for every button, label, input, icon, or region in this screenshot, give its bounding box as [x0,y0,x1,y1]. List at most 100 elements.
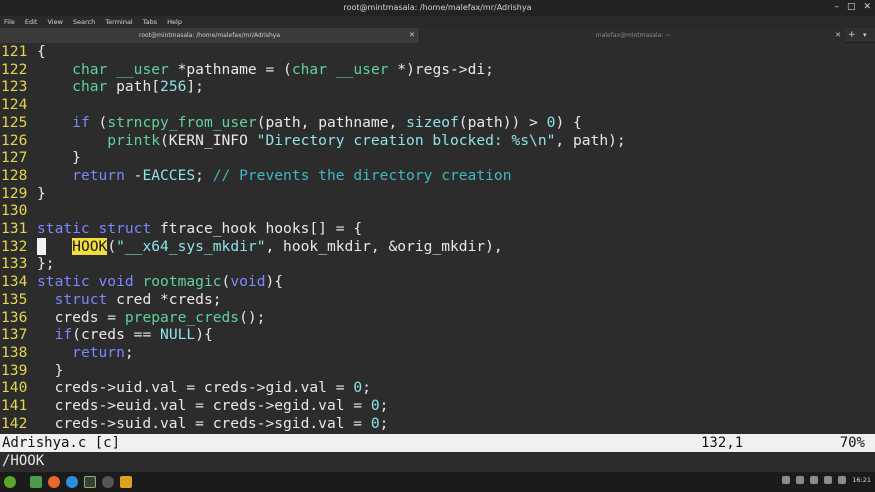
line-number: 135 [1,290,28,308]
code-line: 137 if(creds == NULL){ [0,326,213,344]
code-text: return; [72,343,134,361]
menu-bar: File Edit View Search Terminal Tabs Help [0,16,875,28]
code-line: 134 static void rootmagic(void){ [0,273,283,291]
clock[interactable]: 16:21 [852,476,871,484]
code-line: 133}; [0,255,55,273]
text-editor-icon[interactable] [120,476,132,488]
vim-status-line: Adrishya.c [c] 132,1 70% [0,434,875,452]
code-text: printk(KERN_INFO "Directory creation blo… [107,131,626,149]
line-number: 125 [1,113,28,131]
code-line: 124 [0,96,37,114]
code-line: 128 return -EACCES; // Prevents the dire… [0,167,511,185]
code-line-current: 132 HOOK("__x64_sys_mkdir", hook_mkdir, … [0,237,503,256]
line-number: 138 [1,343,28,361]
search-command: /HOOK [2,453,45,469]
bluetooth-icon[interactable] [810,476,819,484]
status-percent: 70% [839,435,865,451]
tab-label: malefax@mintmasala: ~ [595,32,671,39]
text-cursor [37,237,46,255]
menu-icon[interactable] [4,476,16,488]
code-text: return -EACCES; // Prevents the director… [72,166,512,184]
code-text: static struct ftrace_hook hooks[] = { [37,220,363,237]
settings-icon[interactable] [102,476,114,488]
code-line: 129} [0,185,46,203]
code-text: }; [37,255,55,273]
line-number: 140 [1,379,28,397]
browser-icon[interactable] [66,476,78,488]
line-number: 127 [1,149,28,167]
line-number: 129 [1,184,28,202]
line-number: 134 [1,273,28,291]
code-text: static void rootmagic(void){ [37,273,284,291]
line-number: 128 [1,166,28,184]
network-icon[interactable] [796,476,805,484]
code-text: creds->euid.val = creds->egid.val = 0; [37,397,389,414]
code-line: 122 char __user *pathname = (char __user… [0,61,494,79]
code-line: 121 { [0,43,46,61]
code-line: 136 creds = prepare_creds(); [0,309,265,327]
menu-terminal[interactable]: Terminal [105,18,132,26]
code-text: creds->uid.val = creds->gid.val = 0; [37,379,371,397]
maximize-icon[interactable]: □ [847,2,856,12]
volume-icon[interactable] [824,476,833,484]
close-icon[interactable]: ✕ [863,2,871,12]
tab-close-icon[interactable]: ✕ [835,31,841,39]
menu-view[interactable]: View [47,18,62,26]
code-line: 127 } [0,149,81,167]
menu-help[interactable]: Help [167,18,182,26]
code-line: 138 return; [0,344,134,362]
tab-close-icon[interactable]: ✕ [409,31,415,39]
code-text: creds = prepare_creds(); [37,308,266,326]
line-number: 124 [1,96,28,114]
firefox-icon[interactable] [48,476,60,488]
code-line: 140 creds->uid.val = creds->gid.val = 0; [0,379,371,397]
taskbar: 16:21 [0,472,875,492]
line-number: 137 [1,326,28,344]
tab-malefax-home[interactable]: malefax@mintmasala: ~ ✕ [421,28,845,43]
shield-icon[interactable] [782,476,791,484]
line-number: 121 [1,43,28,60]
line-number: 131 [1,220,28,237]
code-text: if(creds == NULL){ [54,326,213,344]
code-text: char __user *pathname = (char __user *)r… [72,60,494,78]
new-tab-icon[interactable]: + [848,30,856,40]
code-text: HOOK("__x64_sys_mkdir", hook_mkdir, &ori… [37,237,503,255]
line-number: 136 [1,308,28,326]
minimize-icon[interactable]: – [834,2,839,12]
window-title: root@mintmasala: /home/malefax/mr/Adrish… [343,3,532,12]
menu-edit[interactable]: Edit [25,18,38,26]
system-tray: 16:21 [782,476,871,484]
line-number: 122 [1,60,28,78]
tab-root-adrishya[interactable]: root@mintmasala: /home/malefax/mr/Adrish… [0,28,420,43]
status-filename: Adrishya.c [c] [2,435,121,451]
menu-tabs[interactable]: Tabs [143,18,157,26]
code-text: char path[256]; [72,78,204,96]
code-line: 131 static struct ftrace_hook hooks[] = { [0,220,362,238]
window-titlebar[interactable]: root@mintmasala: /home/malefax/mr/Adrish… [0,0,875,16]
code-text: creds->suid.val = creds->sgid.val = 0; [37,414,389,432]
tab-bar: root@mintmasala: /home/malefax/mr/Adrish… [0,28,875,43]
code-text: struct cred *creds; [54,290,222,308]
code-text: } [37,361,64,379]
line-number: 126 [1,131,28,149]
vim-command-line[interactable]: /HOOK [0,452,875,472]
menu-search[interactable]: Search [73,18,95,26]
code-line: 135 struct cred *creds; [0,291,222,309]
vim-editor[interactable]: 121 { 122 char __user *pathname = (char _… [0,43,875,434]
line-number: 130 [1,202,28,220]
code-line: 125 if (strncpy_from_user(path, pathname… [0,114,582,132]
battery-icon[interactable] [838,476,847,484]
code-text: if (strncpy_from_user(path, pathname, si… [72,113,582,131]
code-line: 139 } [0,362,63,380]
line-number: 133 [1,255,28,273]
code-text: } [37,184,46,202]
tab-menu-icon[interactable]: ▾ [863,31,867,39]
terminal-icon[interactable] [84,476,96,488]
code-text: } [37,149,81,167]
line-number: 123 [1,78,28,96]
files-icon[interactable] [30,476,42,488]
code-text: { [37,43,46,60]
line-number: 141 [1,397,28,414]
menu-file[interactable]: File [4,18,15,26]
code-line: 141 creds->euid.val = creds->egid.val = … [0,397,388,415]
